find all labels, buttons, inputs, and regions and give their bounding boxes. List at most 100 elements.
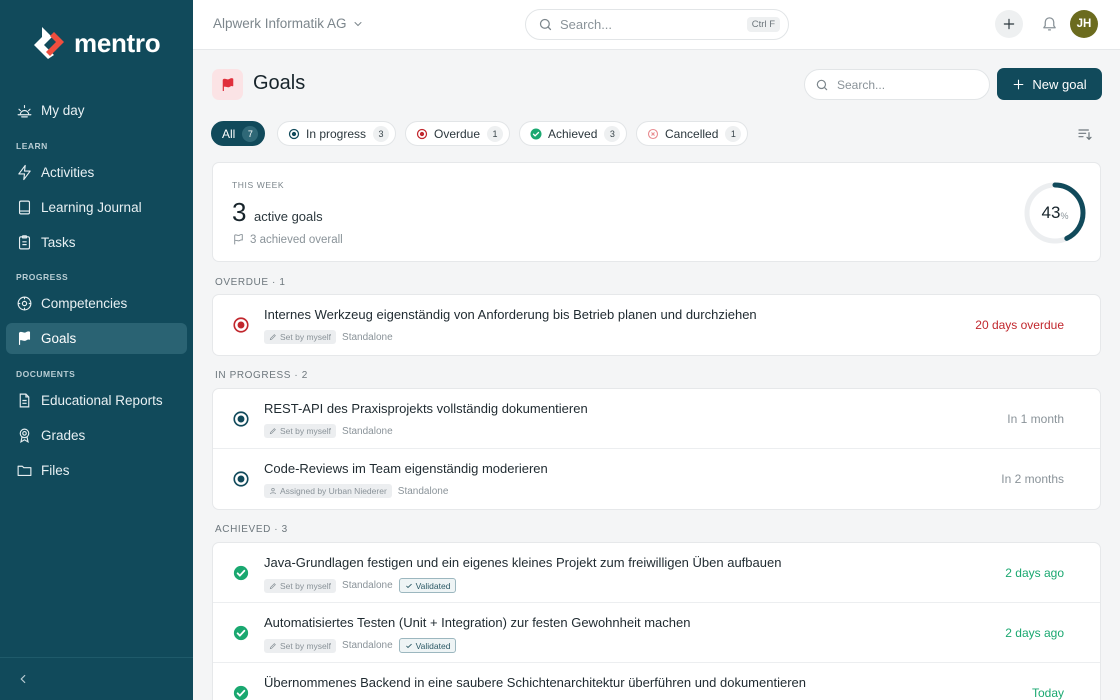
goal-type: Standalone — [397, 485, 449, 497]
chevron-left-icon[interactable] — [16, 672, 30, 686]
sidebar-item-tasks[interactable]: Tasks — [6, 227, 187, 258]
tab-label: All — [222, 126, 236, 141]
new-goal-button[interactable]: New goal — [997, 68, 1102, 100]
sidebar-section-documents: DOCUMENTS — [16, 369, 76, 379]
weekly-summary-card: THIS WEEK 3 active goals 3 achieved over… — [212, 162, 1101, 262]
goal-source-badge: Assigned by Urban Niederer — [264, 484, 392, 498]
org-switcher[interactable]: Alpwerk Informatik AG — [213, 16, 364, 31]
goal-due: In 1 month — [1007, 412, 1064, 426]
goal-source: Set by myself — [280, 640, 332, 651]
target-icon — [233, 471, 249, 487]
tab-achieved[interactable]: Achieved 3 — [519, 121, 628, 146]
goal-source: Set by myself — [280, 580, 332, 591]
book-icon — [18, 200, 31, 215]
plus-icon — [1003, 18, 1015, 30]
goal-row[interactable]: Übernommenes Backend in eine saubere Sch… — [213, 663, 1100, 700]
goal-due: 2 days ago — [1005, 566, 1064, 580]
goal-row[interactable]: Code-Reviews im Team eigenständig moderi… — [213, 449, 1100, 509]
activity-icon — [18, 164, 31, 181]
goal-source: Set by myself — [280, 426, 332, 436]
goal-search[interactable] — [804, 69, 990, 100]
summary-achieved: 3 achieved overall — [232, 233, 343, 246]
goal-source: Assigned by Urban Niederer — [280, 486, 387, 496]
goal-row[interactable]: Java-Grundlagen festigen und ein eigenes… — [213, 543, 1100, 603]
check-circle-icon — [233, 625, 249, 641]
sidebar-item-label: Tasks — [41, 235, 76, 250]
goal-search-input[interactable] — [837, 77, 977, 92]
search-shortcut: Ctrl F — [746, 17, 780, 32]
pencil-icon — [269, 582, 276, 589]
award-icon — [19, 428, 30, 444]
sidebar: mentro My day LEARN Activities Learning … — [0, 0, 193, 700]
sidebar-item-files[interactable]: Files — [6, 455, 187, 486]
user-icon — [269, 487, 277, 495]
goal-title: Übernommenes Backend in eine saubere Sch… — [264, 675, 806, 690]
goal-type: Standalone — [342, 640, 393, 651]
flag-icon — [222, 77, 233, 91]
check-icon — [405, 643, 412, 648]
sidebar-item-competencies[interactable]: Competencies — [6, 288, 187, 319]
goal-meta: Assigned by Urban Niederer Standalone — [264, 484, 448, 498]
check-icon — [405, 583, 412, 588]
goal-meta: Set by myself Standalone — [264, 424, 393, 438]
chevron-down-icon — [354, 21, 362, 26]
compass-icon — [17, 296, 32, 311]
overdue-icon — [416, 128, 428, 139]
section-label-overdue: OVERDUE · 1 — [215, 277, 286, 288]
tab-overdue[interactable]: Overdue 1 — [405, 121, 511, 146]
goal-title: Code-Reviews im Team eigenständig moderi… — [264, 461, 548, 476]
sidebar-item-my-day[interactable]: My day — [6, 95, 187, 126]
global-search-input[interactable] — [560, 17, 747, 32]
brand-name: mentro — [74, 27, 161, 58]
progress-percent-unit: % — [1060, 210, 1069, 221]
overdue-icon — [233, 317, 249, 333]
flag-outline-icon — [234, 234, 243, 245]
validated-badge: Validated — [398, 578, 457, 593]
bell-icon[interactable] — [1041, 15, 1058, 32]
mentro-logo[interactable]: mentro — [30, 24, 161, 62]
tab-cancelled[interactable]: Cancelled 1 — [636, 121, 749, 146]
goal-type: Standalone — [342, 331, 393, 343]
goal-row[interactable]: Automatisiertes Testen (Unit + Integrati… — [213, 603, 1100, 663]
sidebar-item-activities[interactable]: Activities — [6, 157, 187, 188]
tab-all[interactable]: All 7 — [211, 121, 266, 146]
check-circle-icon — [233, 685, 249, 700]
tab-count: 7 — [242, 125, 259, 142]
sidebar-section-learn: LEARN — [16, 141, 48, 151]
sidebar-item-label: Grades — [41, 428, 86, 443]
validated-badge: Validated — [398, 638, 457, 653]
sidebar-footer — [0, 657, 193, 700]
goal-source-badge: Set by myself — [264, 330, 337, 344]
tab-count: 1 — [487, 125, 504, 142]
sort-icon[interactable] — [1077, 126, 1093, 142]
summary-label: THIS WEEK — [232, 180, 285, 190]
goal-row[interactable]: Internes Werkzeug eigenständig von Anfor… — [213, 295, 1100, 355]
pencil-icon — [269, 428, 276, 435]
mentro-logo-icon — [34, 27, 64, 59]
topbar: Alpwerk Informatik AG Ctrl F JH — [193, 0, 1120, 50]
sidebar-item-label: Educational Reports — [41, 393, 163, 408]
goal-meta: Set by myself Standalone — [264, 330, 393, 344]
sidebar-item-educational-reports[interactable]: Educational Reports — [6, 385, 187, 416]
sidebar-item-label: My day — [41, 103, 85, 118]
sidebar-item-learning-journal[interactable]: Learning Journal — [6, 192, 187, 223]
sidebar-item-grades[interactable]: Grades — [6, 420, 187, 451]
global-search[interactable]: Ctrl F — [525, 9, 789, 40]
clipboard-icon — [18, 235, 31, 250]
goal-title: Java-Grundlagen festigen und ein eigenes… — [264, 555, 782, 570]
goal-type: Standalone — [342, 580, 393, 591]
tab-label: Cancelled — [665, 126, 719, 141]
document-icon — [19, 393, 30, 408]
tab-count: 3 — [604, 125, 621, 142]
avatar[interactable]: JH — [1070, 10, 1098, 38]
validated-label: Validated — [415, 580, 451, 591]
pencil-icon — [269, 334, 276, 341]
section-label-achieved: ACHIEVED · 3 — [215, 524, 288, 535]
sidebar-item-goals[interactable]: Goals — [6, 323, 187, 354]
goal-row[interactable]: REST-API des Praxisprojekts vollständig … — [213, 389, 1100, 449]
sidebar-item-label: Activities — [41, 165, 95, 180]
sidebar-item-label: Goals — [41, 331, 77, 346]
tab-in-progress[interactable]: In progress 3 — [277, 121, 397, 146]
quick-add-button[interactable] — [995, 10, 1023, 38]
section-label-in-progress: IN PROGRESS · 2 — [215, 370, 308, 381]
